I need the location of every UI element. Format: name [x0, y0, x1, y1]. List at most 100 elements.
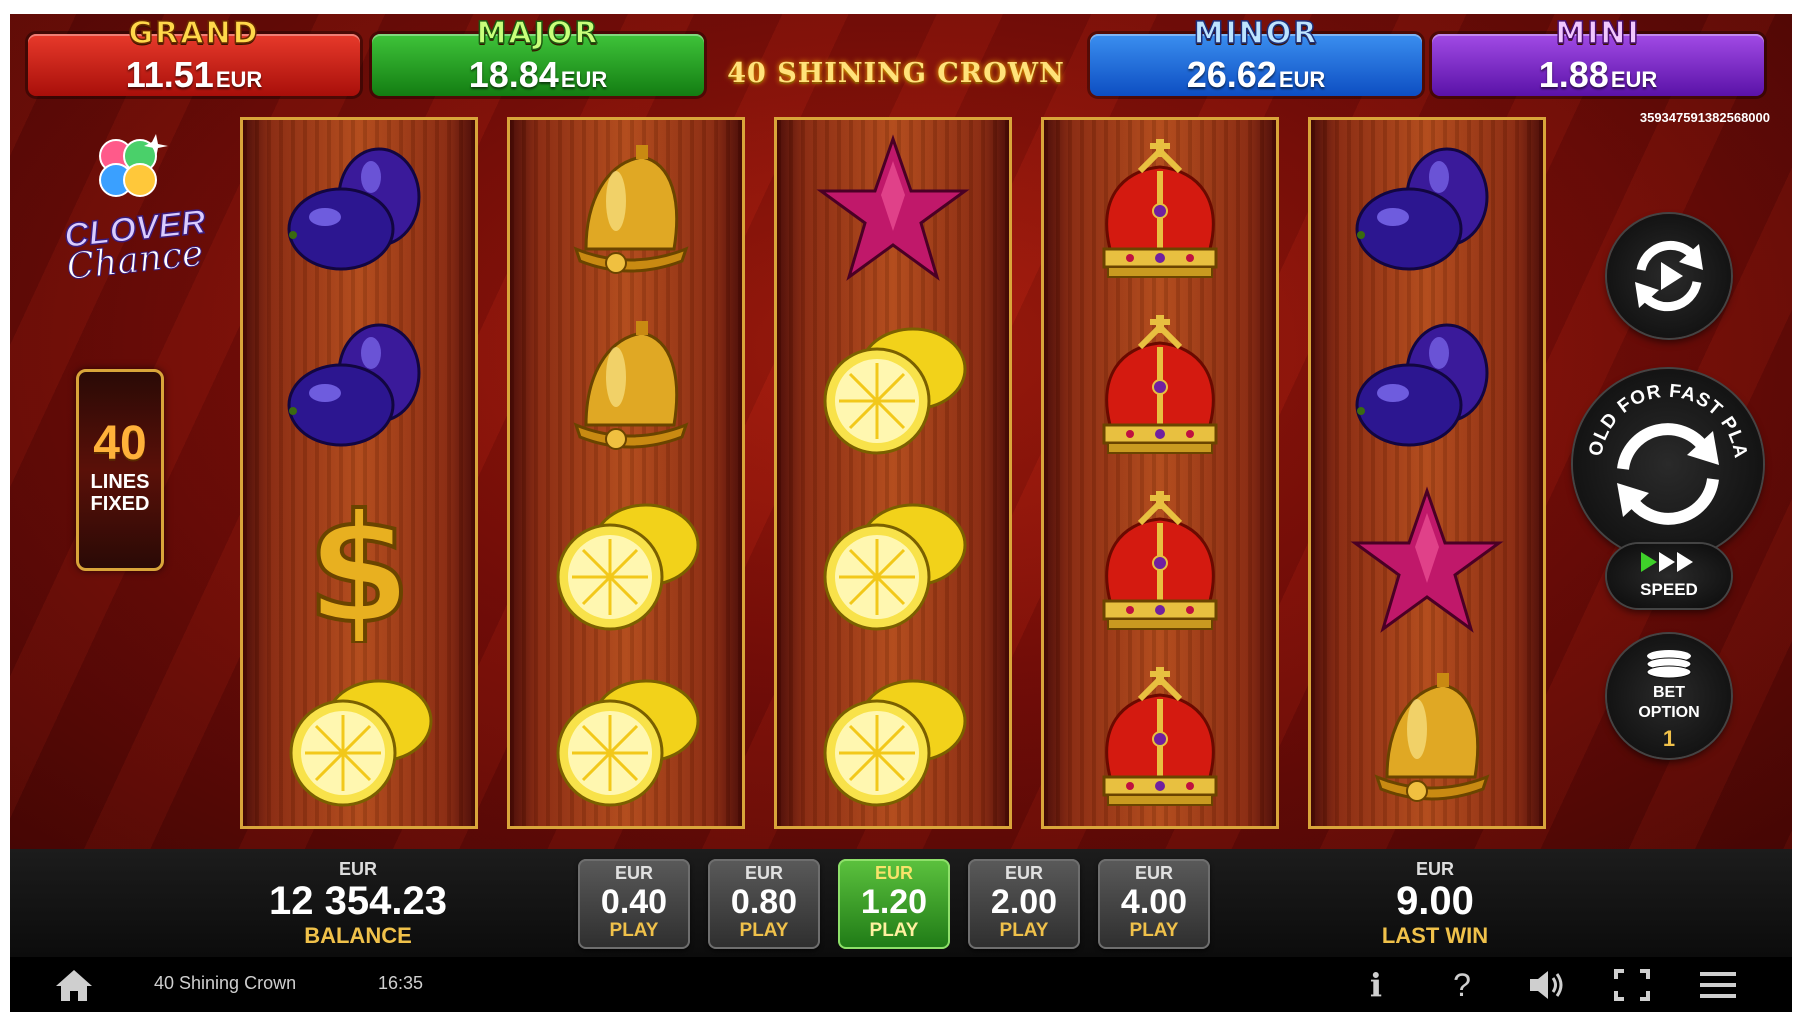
jackpot-grand-title: GRAND [128, 15, 260, 52]
last-win-currency: EUR [1415, 859, 1454, 879]
bet-play-label: PLAY [609, 920, 659, 941]
game-name: 40 Shining Crown [154, 973, 297, 993]
jackpot-grand-currency: EUR [215, 67, 263, 92]
jackpot-minor-value: 26.62EUR [1090, 54, 1422, 96]
plum-symbol [1311, 300, 1543, 474]
clover-chance-logo: CLOVER Chance [50, 132, 210, 289]
jackpot-minor-title: MINOR [1193, 15, 1319, 52]
bet-value: 1.20 [860, 883, 928, 921]
balance-currency: EUR [338, 859, 377, 879]
jackpot-mini-title: MINI [1555, 15, 1641, 52]
jackpot-minor-amount: 26.62 [1186, 54, 1277, 95]
crown-symbol [1044, 300, 1276, 474]
ticket-id: 359347591382568000 [1639, 110, 1770, 125]
reel-1: $ [240, 117, 478, 829]
lines-label: LINES [90, 471, 150, 493]
bet-currency: EUR [874, 863, 913, 883]
lemon-symbol [510, 476, 742, 650]
jackpot-minor-currency: EUR [1278, 67, 1326, 92]
bet-currency: EUR [614, 863, 653, 883]
crown-symbol [1044, 124, 1276, 298]
lemon-symbol [777, 300, 1009, 474]
last-win-label: LAST WIN [1381, 923, 1489, 948]
clover-icon [99, 134, 168, 197]
bell-symbol [510, 300, 742, 474]
menu-icon[interactable] [1698, 967, 1738, 1003]
dollar-symbol: $ [243, 476, 475, 650]
reel-2 [507, 117, 745, 829]
bet-option-label: BET [1653, 684, 1685, 701]
jackpot-minor: MINOR 26.62EUR [1090, 15, 1422, 96]
bottom-bar: EUR 12 354.23 BALANCE EUR 0.40 PLAY EUR … [10, 849, 1792, 957]
star-symbol [777, 124, 1009, 298]
bet-button-0-40[interactable]: EUR 0.40 PLAY [578, 859, 690, 949]
lines-count: 40 [93, 417, 147, 470]
bet-value: 4.00 [1120, 883, 1188, 921]
bet-value: 2.00 [990, 883, 1058, 921]
status-bar: 40 Shining Crown 16:35 i ? [10, 957, 1792, 1012]
crown-symbol [1044, 652, 1276, 826]
lemon-symbol [510, 652, 742, 826]
bet-play-label: PLAY [869, 920, 919, 941]
svg-text:HOLD FOR FAST PLAY: HOLD FOR FAST PLAY [1573, 369, 1751, 460]
bell-symbol [510, 124, 742, 298]
bet-currency: EUR [744, 863, 783, 883]
info-icon[interactable]: i [1356, 967, 1396, 1003]
jackpot-grand-value: 11.51EUR [28, 54, 360, 96]
bet-play-label: PLAY [999, 920, 1049, 941]
balance-value: 12 354.23 [269, 879, 447, 923]
svg-text:$: $ [307, 483, 411, 643]
reel-5 [1308, 117, 1546, 829]
bet-button-1-20[interactable]: EUR 1.20 PLAY [838, 859, 950, 949]
speed-button[interactable]: SPEED [1607, 544, 1731, 608]
bet-button-0-80[interactable]: EUR 0.80 PLAY [708, 859, 820, 949]
plum-symbol [1311, 124, 1543, 298]
fullscreen-icon[interactable] [1612, 967, 1652, 1003]
lemon-symbol [777, 652, 1009, 826]
home-icon[interactable] [54, 967, 94, 1003]
bet-currency: EUR [1134, 863, 1173, 883]
lines-indicator: 40 LINES FIXED [76, 369, 164, 571]
jackpot-mini-currency: EUR [1610, 67, 1658, 92]
help-icon[interactable]: ? [1442, 967, 1482, 1003]
bet-option-value: 1 [1662, 726, 1676, 751]
game-title: 40 SHINING CROWN [727, 58, 1065, 89]
bet-value: 0.40 [600, 883, 668, 921]
crown-symbol [1044, 476, 1276, 650]
bet-option-button[interactable]: BET OPTION 1 [1607, 634, 1731, 758]
clock: 16:35 [378, 973, 424, 993]
plum-symbol [243, 300, 475, 474]
plum-symbol [243, 124, 475, 298]
jackpot-major-title: MAJOR [476, 15, 600, 52]
jackpot-grand: GRAND 11.51EUR [28, 15, 360, 96]
spin-hint-text: HOLD FOR FAST PLAY [1573, 369, 1751, 525]
game-area: GRAND 11.51EUR MAJOR 18.84EUR 40 SHINING… [10, 14, 1792, 849]
bet-button-4-00[interactable]: EUR 4.00 PLAY [1098, 859, 1210, 949]
autoplay-button[interactable] [1607, 214, 1731, 338]
jackpot-grand-amount: 11.51 [125, 54, 214, 95]
speed-label: SPEED [1640, 580, 1698, 599]
autoplay-icon [1635, 240, 1703, 312]
jackpot-major: MAJOR 18.84EUR [372, 15, 704, 96]
bet-play-label: PLAY [1129, 920, 1179, 941]
spin-button[interactable]: HOLD FOR FAST PLAY [1573, 369, 1763, 559]
lemon-symbol [243, 652, 475, 826]
star-symbol [1311, 476, 1543, 650]
reel-4 [1041, 117, 1279, 829]
lines-fixed-label: FIXED [90, 493, 150, 515]
lemon-symbol [777, 476, 1009, 650]
game-window: GRAND 11.51EUR MAJOR 18.84EUR 40 SHINING… [10, 14, 1792, 1012]
jackpot-mini-amount: 1.88 [1538, 54, 1609, 95]
balance-label: BALANCE [304, 923, 412, 948]
jackpot-major-amount: 18.84 [468, 54, 559, 95]
bet-button-2-00[interactable]: EUR 2.00 PLAY [968, 859, 1080, 949]
bell-symbol [1311, 652, 1543, 826]
jackpot-major-currency: EUR [560, 67, 608, 92]
bet-value: 0.80 [730, 883, 798, 921]
jackpot-mini-value: 1.88EUR [1432, 54, 1764, 96]
bet-currency: EUR [1004, 863, 1043, 883]
last-win-value: 9.00 [1396, 879, 1474, 923]
bet-play-label: PLAY [739, 920, 789, 941]
bet-option-label-2: OPTION [1638, 704, 1700, 721]
volume-icon[interactable] [1526, 967, 1566, 1003]
